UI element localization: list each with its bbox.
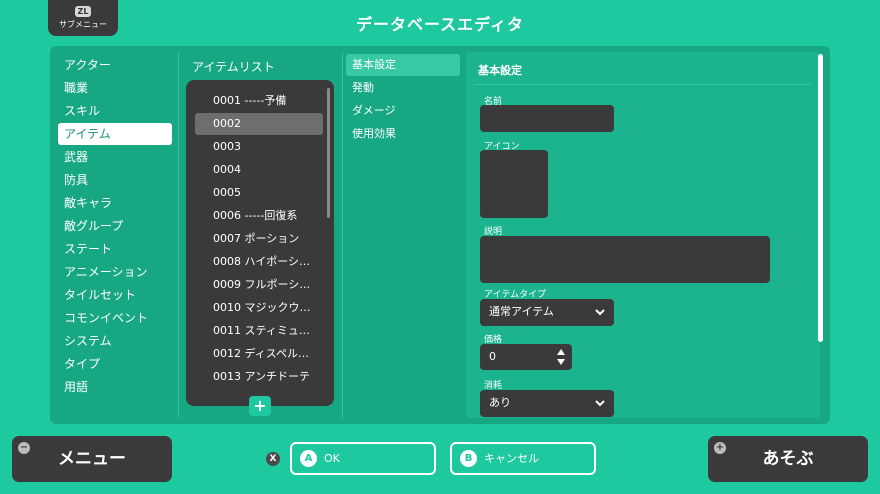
category-item-type[interactable]: タイプ bbox=[58, 353, 172, 375]
category-item-tileset[interactable]: タイルセット bbox=[58, 284, 172, 306]
a-key-icon: A bbox=[300, 450, 317, 467]
list-item[interactable]: 0008 ハイポーシ… bbox=[195, 251, 323, 273]
list-item[interactable]: 0001 -----予備 bbox=[195, 90, 323, 112]
tab-damage[interactable]: ダメージ bbox=[346, 100, 460, 122]
item-type-value: 通常アイテム bbox=[489, 305, 554, 318]
cancel-button[interactable]: B キャンセル bbox=[450, 442, 596, 475]
plus-key-icon: + bbox=[714, 442, 726, 454]
x-key-icon: X bbox=[266, 452, 280, 466]
menu-button[interactable]: − メニュー bbox=[12, 436, 172, 482]
list-item[interactable]: 0010 マジックウ… bbox=[195, 297, 323, 319]
category-item-terms[interactable]: 用語 bbox=[58, 376, 172, 398]
list-item[interactable]: 0004 bbox=[195, 159, 323, 181]
menu-button-label: メニュー bbox=[58, 449, 126, 469]
category-item-skill[interactable]: スキル bbox=[58, 100, 172, 122]
name-field[interactable] bbox=[480, 105, 614, 132]
chevron-down-icon bbox=[595, 400, 605, 407]
play-button-label: あそぶ bbox=[762, 449, 814, 469]
ok-button-label: OK bbox=[324, 452, 340, 465]
chevron-down-icon bbox=[595, 309, 605, 316]
category-list: アクター 職業 スキル アイテム 武器 防具 敵キャラ 敵グループ ステート ア… bbox=[50, 46, 176, 424]
item-list-title: アイテムリスト bbox=[192, 60, 275, 74]
cancel-button-label: キャンセル bbox=[484, 452, 539, 465]
settings-panel: 基本設定 名前 アイコン 説明 アイテムタイプ 通常アイテム 価格 0 消耗 あ… bbox=[466, 52, 820, 418]
category-item-common-event[interactable]: コモンイベント bbox=[58, 307, 172, 329]
stepper-arrows-icon[interactable] bbox=[557, 348, 565, 366]
divider bbox=[342, 52, 343, 418]
price-value: 0 bbox=[489, 350, 496, 363]
list-item[interactable]: 0007 ポーション bbox=[195, 228, 323, 250]
list-item[interactable]: 0009 フルポーシ… bbox=[195, 274, 323, 296]
list-item[interactable]: 0012 ディスペル… bbox=[195, 343, 323, 365]
icon-picker[interactable] bbox=[480, 150, 548, 218]
category-item-item[interactable]: アイテム bbox=[58, 123, 172, 145]
list-scrollbar[interactable] bbox=[327, 88, 330, 218]
minus-key-icon: − bbox=[18, 442, 30, 454]
settings-title: 基本設定 bbox=[478, 64, 522, 77]
add-item-button[interactable]: + bbox=[249, 396, 271, 416]
category-item-class[interactable]: 職業 bbox=[58, 77, 172, 99]
list-item[interactable]: 0003 bbox=[195, 136, 323, 158]
category-item-weapon[interactable]: 武器 bbox=[58, 146, 172, 168]
category-item-system[interactable]: システム bbox=[58, 330, 172, 352]
category-item-state[interactable]: ステート bbox=[58, 238, 172, 260]
price-stepper[interactable]: 0 bbox=[480, 344, 572, 370]
divider bbox=[474, 84, 812, 85]
b-key-icon: B bbox=[460, 450, 477, 467]
description-field[interactable] bbox=[480, 236, 770, 283]
tab-basic-settings[interactable]: 基本設定 bbox=[346, 54, 460, 76]
category-item-troop[interactable]: 敵グループ bbox=[58, 215, 172, 237]
page-title: データベースエディタ bbox=[355, 15, 525, 34]
consume-value: あり bbox=[489, 396, 511, 409]
play-button[interactable]: + あそぶ bbox=[708, 436, 868, 482]
category-item-animation[interactable]: アニメーション bbox=[58, 261, 172, 283]
tab-effects[interactable]: 使用効果 bbox=[346, 123, 460, 145]
category-item-actor[interactable]: アクター bbox=[58, 54, 172, 76]
settings-scrollbar[interactable] bbox=[818, 54, 823, 342]
list-item[interactable]: 0011 スティミュ… bbox=[195, 320, 323, 342]
ok-button[interactable]: A OK bbox=[290, 442, 436, 475]
list-item[interactable]: 0006 -----回復系 bbox=[195, 205, 323, 227]
category-item-enemy[interactable]: 敵キャラ bbox=[58, 192, 172, 214]
item-type-dropdown[interactable]: 通常アイテム bbox=[480, 299, 614, 326]
list-item[interactable]: 0005 bbox=[195, 182, 323, 204]
consume-dropdown[interactable]: あり bbox=[480, 390, 614, 417]
database-panel: アクター 職業 スキル アイテム 武器 防具 敵キャラ 敵グループ ステート ア… bbox=[50, 46, 830, 424]
tab-invocation[interactable]: 発動 bbox=[346, 77, 460, 99]
list-item[interactable]: 0002 bbox=[195, 113, 323, 135]
category-item-armor[interactable]: 防具 bbox=[58, 169, 172, 191]
divider bbox=[178, 52, 179, 418]
item-list: 0001 -----予備 0002 0003 0004 0005 0006 --… bbox=[186, 80, 334, 406]
list-item[interactable]: 0013 アンチドーテ bbox=[195, 366, 323, 388]
